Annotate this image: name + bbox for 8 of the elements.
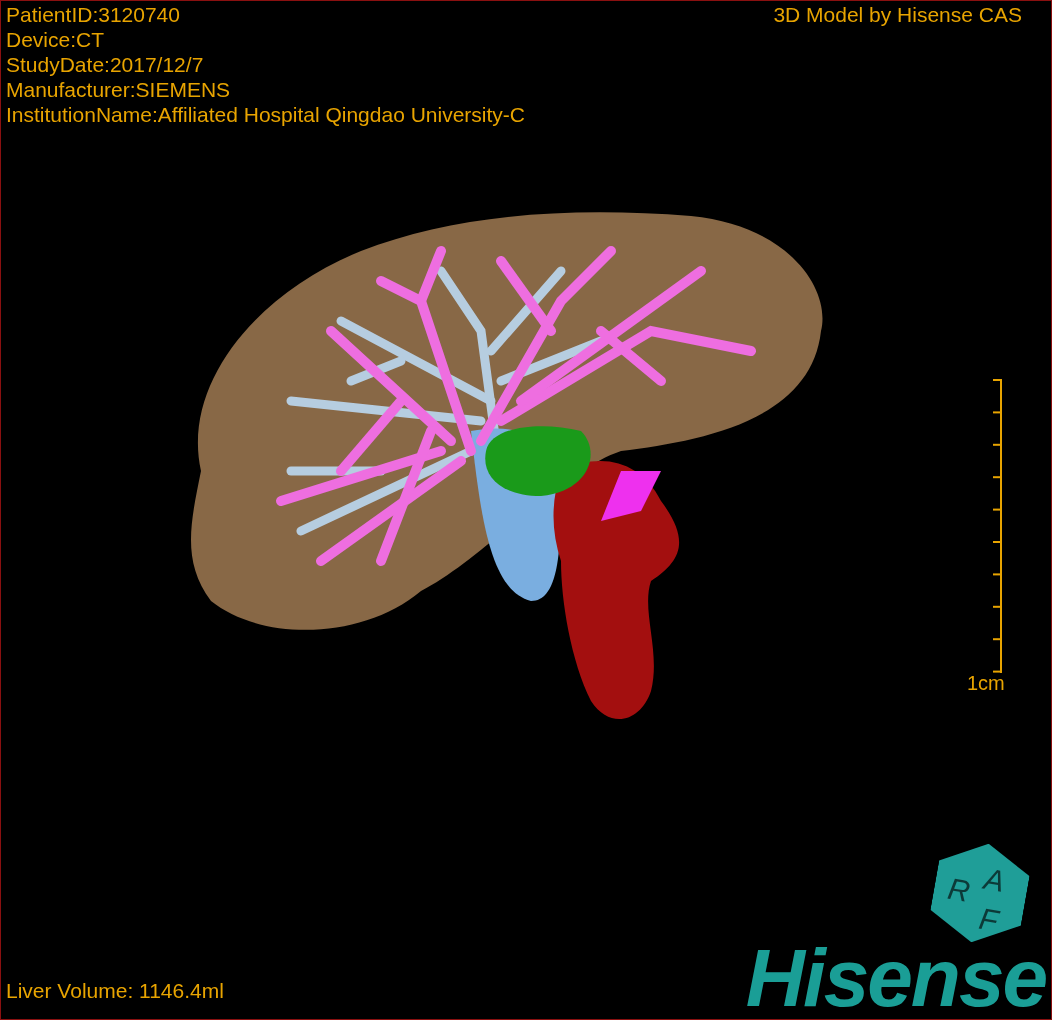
model-credit-text: 3D Model by Hisense CAS [773, 2, 1022, 27]
patient-info-text: Device:CT [6, 27, 106, 52]
liver-volume-text: Liver Volume: 1146.4ml [6, 978, 224, 1003]
patient-info-text: InstitutionName:Affiliated Hospital Qingdao University-C [6, 102, 525, 127]
patient-info-text: Manufacturer:SIEMENS [6, 77, 232, 102]
scale-label: 1cm [967, 673, 1005, 693]
patient-info-text: PatientID:3120740 [6, 2, 181, 27]
patient-info-text: StudyDate:2017/12/7 [6, 52, 205, 77]
